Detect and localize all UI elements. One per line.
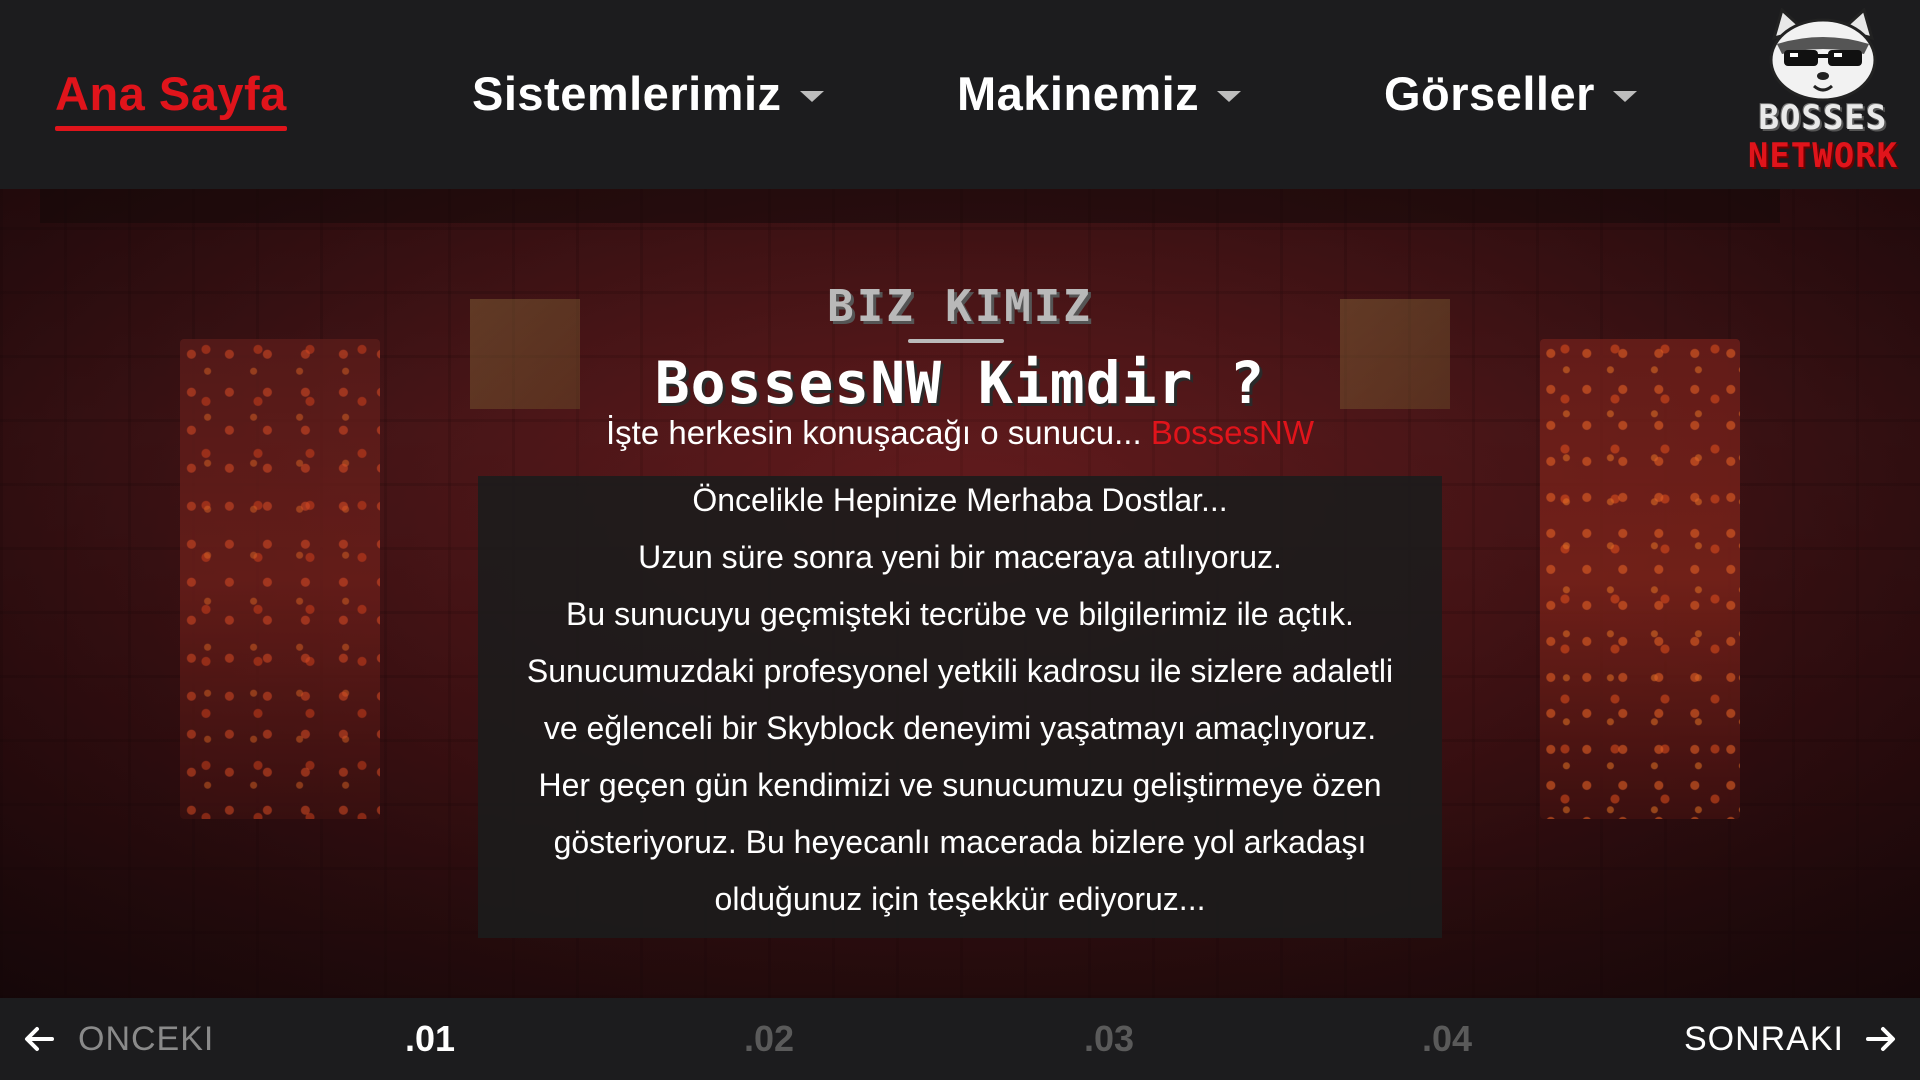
nav-item-label: Görseller xyxy=(1384,66,1595,120)
hero-section: BIZ KIMIZ BossesNW Kimdir ? İşte herkesi… xyxy=(0,189,1920,998)
about-line: Her geçen gün kendimizi ve sunucumuzu ge… xyxy=(538,767,1382,803)
previous-button[interactable]: ONCEKI xyxy=(22,1016,214,1062)
section-label: BIZ KIMIZ xyxy=(827,281,1093,332)
nav-item-label: Sistemlerimiz xyxy=(472,66,782,120)
section-divider xyxy=(908,339,1004,343)
nav-item-label: Ana Sayfa xyxy=(55,66,287,120)
about-line: Uzun süre sonra yeni bir maceraya atılıy… xyxy=(638,539,1282,575)
nav-item-gorseller[interactable]: Görseller xyxy=(1384,58,1637,128)
about-line: Öncelikle Hepinize Merhaba Dostlar... xyxy=(692,482,1228,518)
about-line: ve eğlenceli bir Skyblock deneyimi yaşat… xyxy=(543,710,1377,746)
page-indicator-03[interactable]: .03 xyxy=(1084,1018,1134,1060)
slider-footer: ONCEKI .01 .02 .03 .04 SONRAKI xyxy=(0,998,1920,1080)
chevron-down-icon xyxy=(1217,90,1242,102)
nav-item-makinemiz[interactable]: Makinemiz xyxy=(957,58,1242,128)
about-text-box: Öncelikle Hepinize Merhaba Dostlar... Uz… xyxy=(478,476,1442,938)
chevron-down-icon xyxy=(1612,90,1637,102)
site-logo[interactable]: BOSSES NETWORK xyxy=(1732,8,1914,183)
nav-item-sistemlerimiz[interactable]: Sistemlerimiz xyxy=(472,58,824,128)
nav-item-label: Makinemiz xyxy=(957,66,1200,120)
arrow-left-icon xyxy=(25,1027,54,1051)
nav-item-ana-sayfa[interactable]: Ana Sayfa xyxy=(55,58,287,131)
raccoon-sunglasses-icon xyxy=(1769,8,1877,102)
about-line: Sunucumuzdaki profesyonel yetkili kadros… xyxy=(526,653,1394,689)
about-line: olduğunuz için teşekkür ediyoruz... xyxy=(714,881,1206,917)
logo-text-network: NETWORK xyxy=(1747,136,1899,176)
hero-top-shadow xyxy=(40,189,1780,223)
top-navigation: Ana Sayfa Sistemlerimiz Makinemiz Görsel… xyxy=(0,0,1920,189)
page-indicator-01[interactable]: .01 xyxy=(405,1018,455,1060)
next-button[interactable]: SONRAKI xyxy=(1684,1016,1898,1062)
tagline-text: İşte herkesin konuşacağı o sunucu... xyxy=(605,414,1142,451)
page-indicator-04[interactable]: .04 xyxy=(1422,1018,1472,1060)
previous-label: ONCEKI xyxy=(78,1019,215,1058)
page-indicator-02[interactable]: .02 xyxy=(744,1018,794,1060)
chevron-down-icon xyxy=(799,90,824,102)
tagline-accent: BossesNW xyxy=(1150,414,1315,451)
about-line: gösteriyoruz. Bu heyecanlı macerada bizl… xyxy=(553,824,1367,860)
about-line: Bu sunucuyu geçmişteki tecrübe ve bilgil… xyxy=(566,596,1354,632)
arrow-right-icon xyxy=(1866,1027,1895,1051)
section-tagline: İşte herkesin konuşacağı o sunucu... Bos… xyxy=(0,414,1920,452)
active-underline xyxy=(55,126,287,131)
next-label: SONRAKI xyxy=(1683,1019,1844,1058)
section-heading: BossesNW Kimdir ? xyxy=(654,349,1266,417)
logo-text-bosses: BOSSES xyxy=(1758,98,1888,138)
